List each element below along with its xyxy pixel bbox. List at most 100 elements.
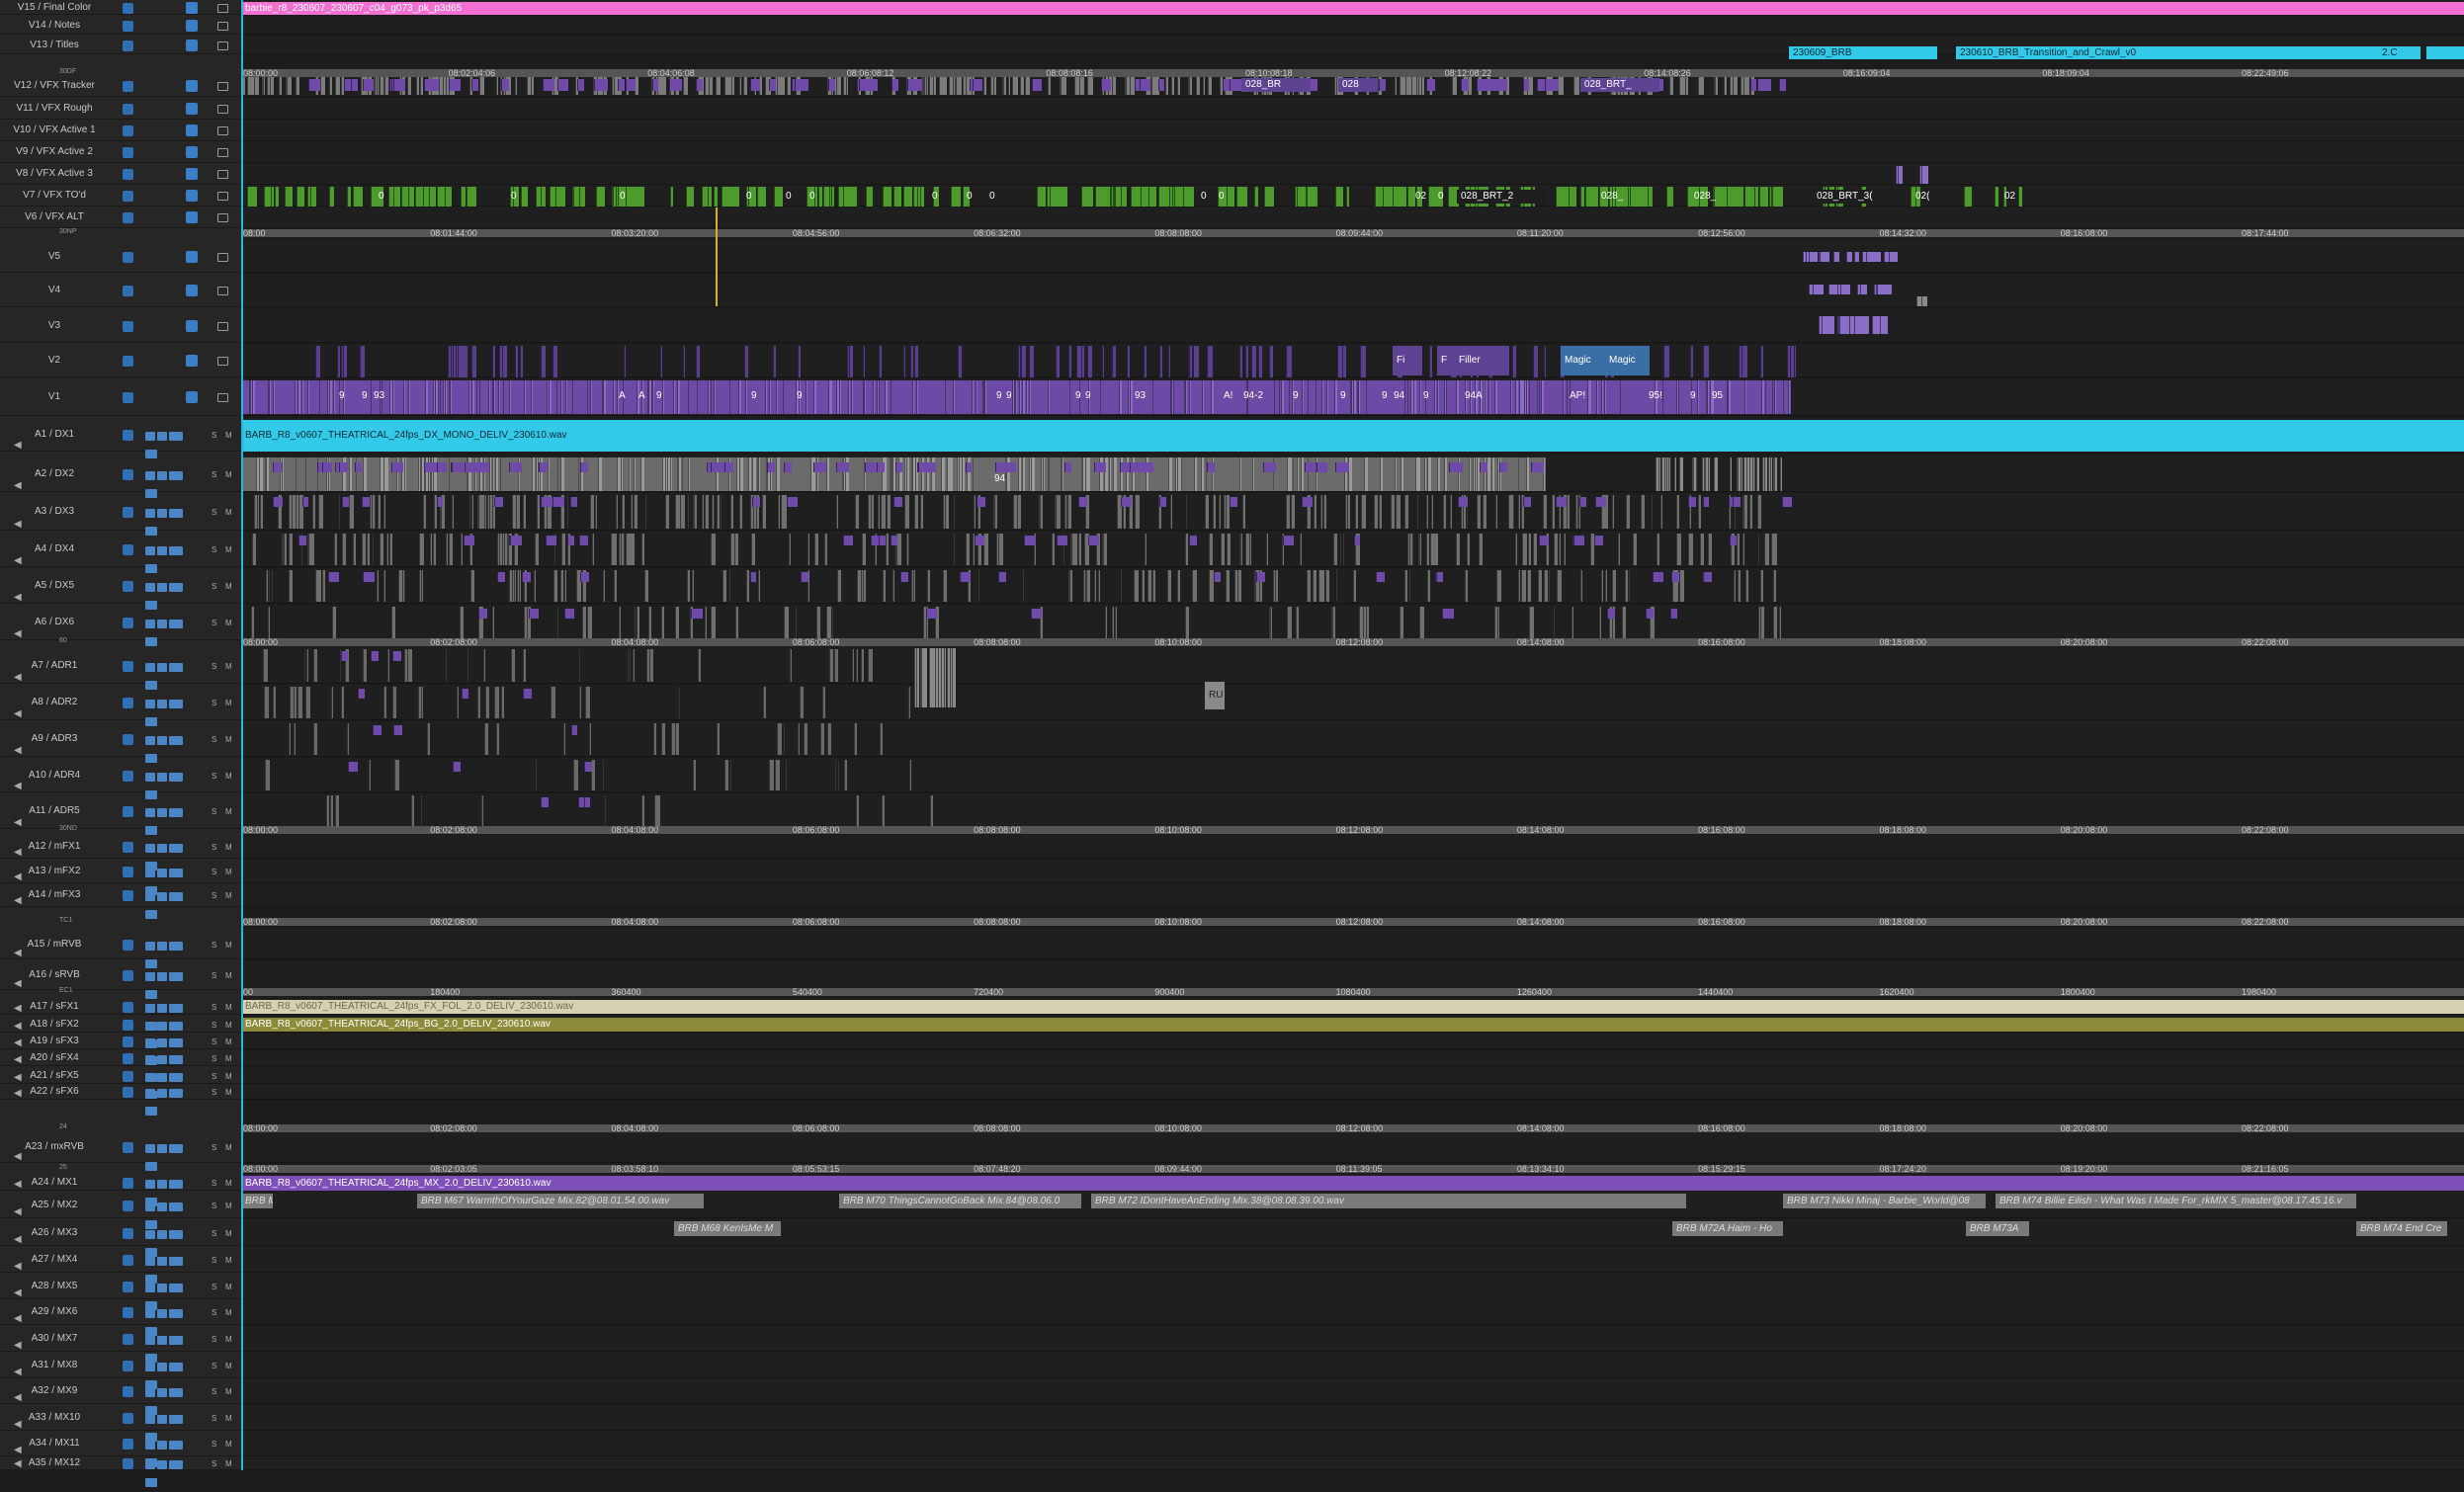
vfx-tracker-clip[interactable]	[846, 77, 849, 95]
dialogue-clip[interactable]	[523, 495, 527, 529]
audio-control-icon[interactable]	[169, 1179, 183, 1189]
track-monitor-icon[interactable]	[217, 3, 228, 13]
v1-clip[interactable]	[560, 380, 563, 414]
dialogue-clip[interactable]	[1617, 534, 1620, 565]
track-lane[interactable]	[241, 141, 2464, 163]
v2-clip[interactable]	[1029, 346, 1034, 377]
dialogue-clip[interactable]	[751, 534, 756, 565]
vfx-todd-clip[interactable]	[831, 187, 835, 207]
v1-clip[interactable]	[297, 380, 300, 414]
dialogue-clip[interactable]	[720, 495, 722, 529]
vfx-todd-clip[interactable]	[1182, 187, 1195, 207]
dx2-clip-marker[interactable]	[1094, 462, 1106, 472]
dialogue-clip[interactable]	[1660, 495, 1662, 529]
dialogue-clip[interactable]	[483, 495, 486, 529]
solo-button[interactable]: S	[212, 508, 216, 517]
dialogue-clip[interactable]	[887, 495, 892, 529]
v1-clip-label[interactable]: 9	[793, 387, 810, 405]
v1-clip-label[interactable]: 9	[335, 387, 353, 405]
vfx-todd-clip[interactable]	[541, 187, 546, 207]
dx2-clip[interactable]	[1048, 457, 1050, 491]
track-lock-icon[interactable]	[123, 212, 133, 223]
adr-clip-marker[interactable]	[540, 797, 550, 807]
audio-control-icon[interactable]	[157, 1308, 167, 1318]
dialogue-clip[interactable]	[1022, 570, 1025, 602]
vfx-tracker-clip[interactable]	[1732, 77, 1738, 95]
track-lane[interactable]	[241, 835, 2464, 859]
adr-clip[interactable]	[920, 648, 925, 707]
dialogue-clip[interactable]	[1675, 534, 1681, 565]
track-lane[interactable]	[241, 1431, 2464, 1456]
dialogue-clip-marker[interactable]	[1607, 609, 1615, 619]
vfx-tracker-clip[interactable]	[1572, 77, 1579, 95]
v1-clip[interactable]	[301, 380, 303, 414]
adr-clip[interactable]	[457, 687, 460, 718]
vfx-tracker-marker[interactable]	[471, 79, 479, 91]
dialogue-clip-marker[interactable]	[1435, 572, 1442, 582]
v1-clip[interactable]	[1528, 380, 1530, 414]
track-lock-icon[interactable]	[123, 1019, 133, 1031]
v1-clip[interactable]	[1562, 380, 1566, 414]
adr-clip[interactable]	[937, 648, 941, 707]
v1-clip[interactable]	[879, 380, 881, 414]
track-name[interactable]: V12 / VFX Tracker	[0, 80, 109, 91]
vfx-tracker-marker[interactable]	[1779, 79, 1787, 91]
adr-clip[interactable]	[297, 687, 302, 718]
dialogue-clip[interactable]	[1120, 570, 1123, 602]
v1-clip[interactable]	[1494, 380, 1497, 414]
dialogue-clip[interactable]	[762, 495, 766, 529]
vfx-tracker-marker[interactable]	[423, 79, 432, 91]
mute-button[interactable]: M	[225, 1143, 232, 1152]
dialogue-clip[interactable]	[1416, 495, 1419, 529]
adr-clip[interactable]	[852, 649, 855, 682]
dialogue-clip[interactable]	[1494, 495, 1497, 529]
v1-clip-label[interactable]: 95	[1708, 387, 1738, 405]
v2-clip[interactable]	[1787, 346, 1791, 377]
vfx-todd-clip[interactable]	[423, 187, 429, 207]
adr-clip[interactable]	[265, 760, 268, 790]
audio-control-icon[interactable]	[169, 1441, 183, 1450]
dialogue-clip[interactable]	[1101, 534, 1104, 565]
adr-clip[interactable]	[264, 687, 269, 718]
speaker-icon[interactable]: ◀	[14, 628, 22, 639]
track-lock-icon[interactable]	[123, 251, 133, 263]
adr-clip-marker[interactable]	[461, 689, 468, 699]
dx2-clip[interactable]	[1657, 457, 1660, 491]
v5-clip[interactable]	[1808, 252, 1817, 262]
dx2-clip[interactable]	[1301, 457, 1304, 491]
adr-clip[interactable]	[510, 649, 516, 682]
dialogue-clip-marker[interactable]	[564, 609, 574, 619]
dialogue-clip[interactable]	[1779, 607, 1782, 638]
audio-control-icon[interactable]	[145, 1478, 157, 1487]
dialogue-clip-marker[interactable]	[1595, 497, 1607, 507]
v2-clip[interactable]	[1245, 346, 1249, 377]
audio-control-icon[interactable]	[169, 736, 183, 745]
audio-control-icon[interactable]	[145, 1107, 157, 1116]
v3-clip[interactable]	[1853, 316, 1863, 334]
v1-clip[interactable]	[813, 380, 816, 414]
solo-button[interactable]: S	[212, 1088, 216, 1097]
vfx-todd-clip[interactable]	[1648, 187, 1654, 207]
adr-clip-marker[interactable]	[340, 651, 348, 661]
dialogue-clip[interactable]	[1742, 534, 1744, 565]
mute-button[interactable]: M	[225, 1283, 232, 1291]
dialogue-clip[interactable]	[1204, 495, 1209, 529]
dialogue-clip[interactable]	[1218, 495, 1221, 529]
track-audio-controls[interactable]	[145, 865, 197, 895]
timecode-ruler[interactable]: 08:00:00 08:02:08:00 08:04:08:00 08:06:08:0…	[241, 917, 2464, 927]
adr-clip[interactable]	[907, 687, 911, 718]
track-monitor-icon[interactable]	[217, 170, 228, 179]
vfx-tracker-marker[interactable]	[891, 79, 898, 91]
dx2-clip[interactable]	[1022, 457, 1026, 491]
dialogue-clip[interactable]	[1538, 570, 1543, 602]
v2-clip[interactable]	[343, 346, 348, 377]
adr-clip[interactable]	[483, 723, 488, 755]
dx2-clip[interactable]	[1168, 457, 1172, 491]
v1-clip-label[interactable]: 94-2	[1239, 387, 1269, 405]
vfx-tracker-clip[interactable]	[1007, 77, 1010, 95]
adr-clip[interactable]	[482, 649, 485, 682]
track-audio-controls[interactable]	[145, 1456, 197, 1487]
mute-button[interactable]: M	[225, 1362, 232, 1370]
vfx-tracker-marker[interactable]	[577, 79, 585, 91]
dx2-clip[interactable]	[598, 457, 602, 491]
